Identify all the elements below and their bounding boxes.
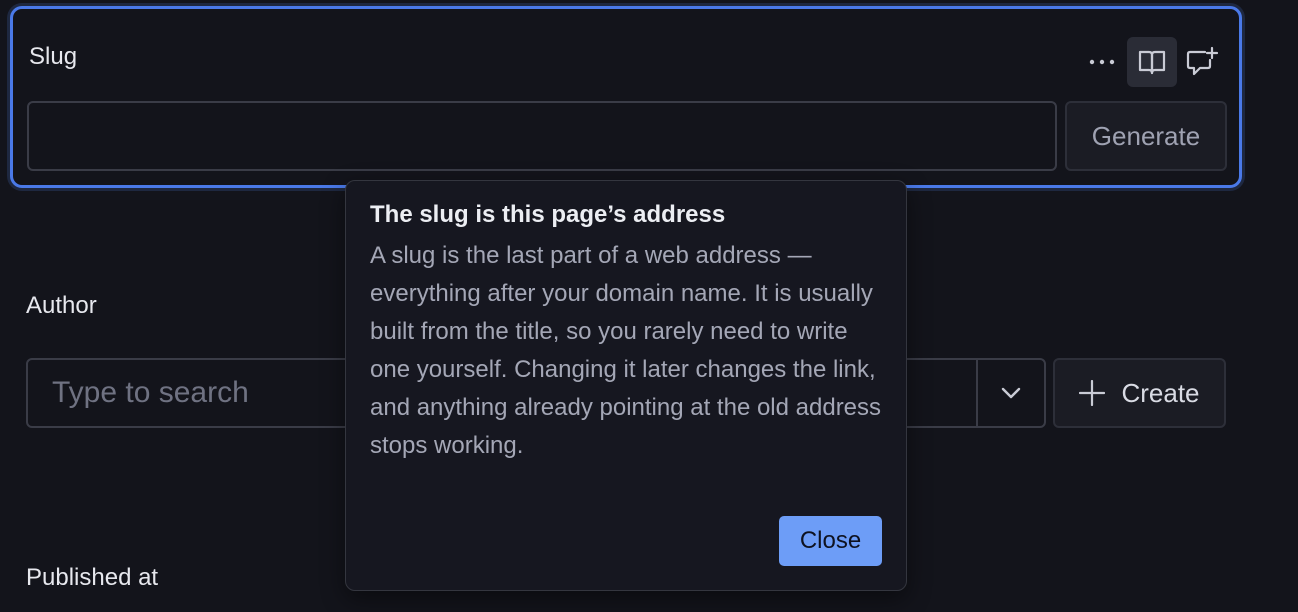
author-label: Author bbox=[26, 292, 97, 319]
create-author-button[interactable]: Create bbox=[1053, 358, 1226, 428]
slug-field: Slug Generate bbox=[10, 6, 1242, 188]
field-toolbar bbox=[1077, 37, 1227, 87]
field-docs-button[interactable] bbox=[1127, 37, 1177, 87]
book-open-icon bbox=[1138, 50, 1166, 75]
field-actions-button[interactable] bbox=[1077, 37, 1127, 87]
popover-title: The slug is this page’s address bbox=[370, 201, 726, 228]
comment-add-icon bbox=[1186, 46, 1219, 76]
plus-icon bbox=[1079, 380, 1106, 406]
author-dropdown-toggle[interactable] bbox=[976, 358, 1046, 428]
slug-input[interactable] bbox=[27, 101, 1057, 171]
popover-body: A slug is the last part of a web address… bbox=[370, 242, 882, 459]
create-label: Create bbox=[1121, 377, 1200, 408]
published-at-label: Published at bbox=[26, 564, 159, 591]
chevron-down-icon bbox=[1001, 387, 1021, 399]
add-comment-button[interactable] bbox=[1177, 37, 1227, 87]
slug-label: Slug bbox=[29, 43, 78, 70]
close-popover-button[interactable]: Close bbox=[779, 516, 882, 566]
generate-button[interactable]: Generate bbox=[1065, 101, 1227, 171]
slug-help-popover: The slug is this page’s address A slug i… bbox=[345, 180, 907, 591]
more-horizontal-icon bbox=[1089, 59, 1115, 65]
